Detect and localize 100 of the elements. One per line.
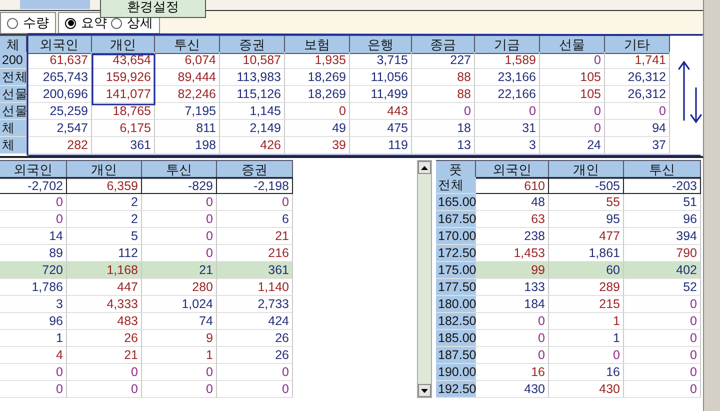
- table-cell: 51: [624, 194, 701, 211]
- table-cell: 483: [67, 313, 142, 330]
- table-cell: 21: [217, 228, 293, 245]
- table-cell: 475: [350, 120, 412, 137]
- row-label: 177.50: [436, 279, 476, 296]
- table-cell: 430: [549, 381, 624, 398]
- table-cell: 55: [549, 194, 624, 211]
- column-header: 종금: [412, 35, 475, 54]
- table-cell: 0: [217, 194, 293, 211]
- table-cell: 18,269: [285, 69, 350, 86]
- table-cell: 0: [142, 364, 217, 381]
- table-cell: -2,198: [217, 177, 293, 194]
- table-cell: 0: [285, 103, 350, 120]
- table-cell: 0: [549, 347, 624, 364]
- pen-rectangle: [92, 54, 156, 106]
- toolbar-field[interactable]: [20, 0, 90, 9]
- table-cell: 0: [0, 364, 67, 381]
- table-cell: 133: [476, 279, 549, 296]
- row-label: 200: [0, 52, 27, 69]
- table-cell: 0: [412, 103, 475, 120]
- scroll-down-button[interactable]: [418, 384, 431, 397]
- table-cell: 3: [475, 137, 540, 154]
- table-cell: 7,195: [155, 103, 220, 120]
- table-cell: 443: [350, 103, 412, 120]
- table-cell: 0: [476, 313, 549, 330]
- column-header: 증권: [217, 160, 293, 179]
- column-header: 개인: [549, 160, 624, 179]
- column-header: 투신: [155, 35, 220, 54]
- row-label: 192.50: [436, 381, 476, 398]
- table-cell: 26,312: [605, 86, 670, 103]
- table-cell: 52: [624, 279, 701, 296]
- table-cell: 1,935: [285, 52, 350, 69]
- table-cell: 1: [549, 313, 624, 330]
- table-cell: 95: [549, 211, 624, 228]
- table-cell: 1,168: [67, 262, 142, 279]
- row-label: 체: [0, 120, 27, 137]
- table-cell: 89,444: [155, 69, 220, 86]
- table-cell: 3: [0, 296, 67, 313]
- table-cell: 1,024: [142, 296, 217, 313]
- table-cell: 1: [142, 347, 217, 364]
- table-cell: 1,145: [220, 103, 285, 120]
- table-cell: 238: [476, 228, 549, 245]
- table-cell: 49: [285, 120, 350, 137]
- table-cell: 43,654: [92, 52, 155, 69]
- row-label: 175.00: [436, 262, 476, 279]
- table-cell: -829: [142, 177, 217, 194]
- column-header: 외국인: [0, 160, 67, 179]
- table-cell: 184: [476, 296, 549, 313]
- table-cell: 25,259: [27, 103, 92, 120]
- table-cell: 1,140: [217, 279, 293, 296]
- table-cell: 0: [0, 211, 67, 228]
- table-cell: 0: [142, 228, 217, 245]
- table-cell: 402: [624, 262, 701, 279]
- scrollbar[interactable]: [417, 160, 432, 398]
- table-cell: 105: [540, 86, 605, 103]
- table-cell: 74: [142, 313, 217, 330]
- row-label: 167.50: [436, 211, 476, 228]
- table-cell: 1: [549, 330, 624, 347]
- table-cell: 96: [624, 211, 701, 228]
- table-cell: 0: [67, 364, 142, 381]
- table-cell: 610: [476, 177, 549, 194]
- column-header: 기타: [605, 35, 670, 54]
- row-label: 190.00: [436, 364, 476, 381]
- row-label: 165.00: [436, 194, 476, 211]
- column-header: 투신: [142, 160, 217, 179]
- table-cell: 9: [142, 330, 217, 347]
- tooltip: 환경설정: [100, 0, 206, 18]
- table-cell: 37: [605, 137, 670, 154]
- column-header: 투신: [624, 160, 701, 179]
- down-triangle-icon: [421, 388, 428, 392]
- table-cell: 1,589: [475, 52, 540, 69]
- table-cell: 11,056: [350, 69, 412, 86]
- table-cell: 394: [624, 228, 701, 245]
- table-cell: 18: [412, 120, 475, 137]
- row-label: 170.00: [436, 228, 476, 245]
- table-cell: 31: [475, 120, 540, 137]
- table-cell: 361: [217, 262, 293, 279]
- table-cell: 198: [155, 137, 220, 154]
- column-header: 보험: [285, 35, 350, 54]
- table-cell: 0: [476, 330, 549, 347]
- table-cell: 0: [217, 381, 293, 398]
- table-cell: 289: [549, 279, 624, 296]
- table-cell: 63: [476, 211, 549, 228]
- row-label: 전체: [0, 69, 27, 86]
- table-cell: 16: [476, 364, 549, 381]
- scroll-up-button[interactable]: [418, 161, 431, 174]
- column-header: 은행: [350, 35, 412, 54]
- column-header: 외국인: [27, 35, 92, 54]
- table-cell: 811: [155, 120, 220, 137]
- table-cell: 88: [412, 86, 475, 103]
- row-label: 선물: [0, 86, 27, 103]
- table-cell: 1,741: [605, 52, 670, 69]
- table-cell: 10,587: [220, 52, 285, 69]
- table-cell: 447: [67, 279, 142, 296]
- up-triangle-icon: [421, 166, 428, 170]
- table-cell: 227: [412, 52, 475, 69]
- table-cell: 0: [67, 381, 142, 398]
- table-cell: 96: [0, 313, 67, 330]
- row-label: 전체: [436, 177, 476, 194]
- table-cell: 14: [0, 228, 67, 245]
